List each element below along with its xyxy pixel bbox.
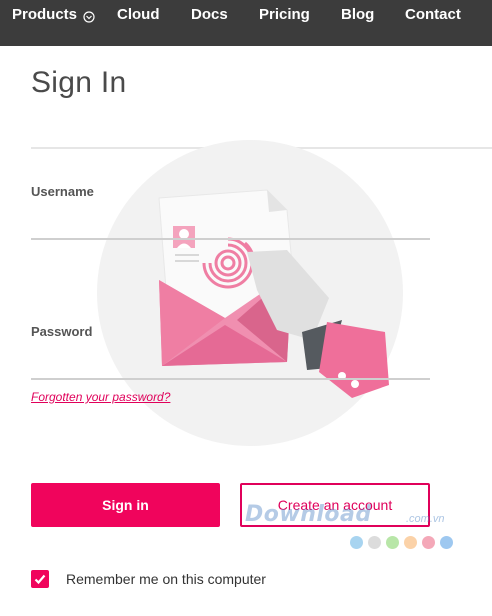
nav-cloud[interactable]: Cloud bbox=[117, 5, 160, 25]
nav-pricing[interactable]: Pricing bbox=[259, 5, 310, 25]
watermark-dot bbox=[386, 536, 399, 549]
nav-blog[interactable]: Blog bbox=[341, 5, 374, 25]
nav-contact[interactable]: Contact bbox=[405, 5, 461, 25]
username-underline bbox=[31, 238, 430, 240]
watermark-suffix: .com.vn bbox=[406, 513, 445, 525]
watermark-dot bbox=[350, 536, 363, 549]
checkmark-icon bbox=[34, 574, 46, 585]
remember-checkbox[interactable] bbox=[31, 570, 49, 588]
nav-products-label: Products bbox=[12, 6, 78, 23]
password-input[interactable] bbox=[31, 350, 430, 380]
watermark-dots bbox=[350, 536, 453, 549]
username-label: Username bbox=[31, 184, 94, 199]
watermark-dot bbox=[368, 536, 381, 549]
watermark-dot bbox=[404, 536, 417, 549]
sign-in-button[interactable]: Sign in bbox=[31, 483, 220, 527]
watermark-dot bbox=[422, 536, 435, 549]
remember-label: Remember me on this computer bbox=[66, 571, 266, 587]
page-title: Sign In bbox=[31, 66, 127, 99]
nav-products[interactable]: Products bbox=[12, 5, 95, 25]
password-label: Password bbox=[31, 324, 93, 339]
sign-in-page: Products Cloud Docs Pricing Blog Contact… bbox=[0, 0, 492, 616]
watermark-dot bbox=[440, 536, 453, 549]
password-underline bbox=[31, 378, 430, 380]
top-nav: Products Cloud Docs Pricing Blog Contact bbox=[0, 0, 492, 46]
forgot-password-link[interactable]: Forgotten your password? bbox=[31, 390, 170, 404]
nav-docs[interactable]: Docs bbox=[191, 5, 228, 25]
chevron-down-icon bbox=[83, 9, 95, 23]
watermark-logo: Download bbox=[245, 502, 372, 527]
username-input[interactable] bbox=[31, 210, 430, 240]
